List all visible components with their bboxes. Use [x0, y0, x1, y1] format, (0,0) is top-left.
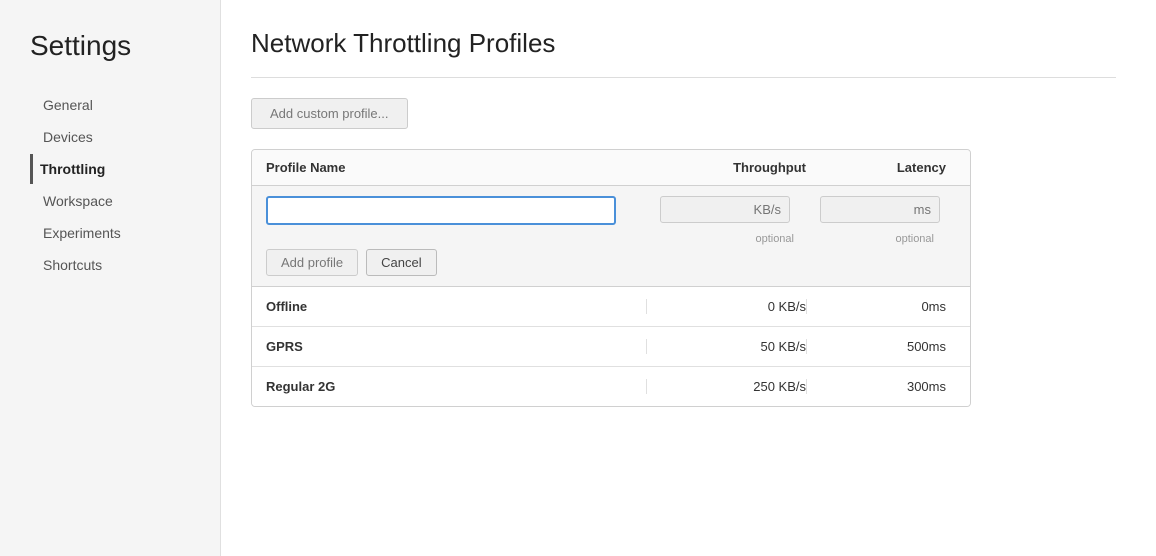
header-divider: [251, 77, 1116, 78]
app-container: Settings General Devices Throttling Work…: [0, 0, 1156, 556]
sidebar-item-label: General: [43, 97, 93, 113]
latency-optional-label: optional: [806, 233, 946, 245]
row-throughput: 50 KB/s: [646, 339, 806, 354]
sidebar-item-general[interactable]: General: [30, 90, 220, 120]
sidebar: Settings General Devices Throttling Work…: [0, 0, 220, 556]
sidebar-item-experiments[interactable]: Experiments: [30, 218, 220, 248]
optional-labels: optional optional: [266, 233, 956, 245]
sidebar-item-shortcuts[interactable]: Shortcuts: [30, 250, 220, 280]
latency-input[interactable]: [820, 196, 940, 223]
main-content: Network Throttling Profiles Add custom p…: [220, 0, 1156, 556]
sidebar-item-throttling[interactable]: Throttling: [30, 154, 220, 184]
new-profile-form-row: optional optional Add profile Cancel: [252, 186, 970, 287]
row-name: GPRS: [266, 339, 646, 354]
sidebar-item-label: Experiments: [43, 225, 121, 241]
row-latency: 500ms: [806, 339, 946, 354]
row-throughput: 0 KB/s: [646, 299, 806, 314]
header-profile-name: Profile Name: [266, 160, 646, 175]
throughput-input[interactable]: [660, 196, 790, 223]
row-name: Regular 2G: [266, 379, 646, 394]
latency-cell: [806, 196, 946, 225]
sidebar-item-label: Throttling: [40, 161, 105, 177]
header-throughput: Throughput: [646, 160, 806, 175]
profile-name-cell: [266, 196, 646, 225]
header-latency: Latency: [806, 160, 946, 175]
table-row: Offline 0 KB/s 0ms: [252, 287, 970, 327]
throughput-optional-label: optional: [646, 233, 806, 245]
sidebar-item-label: Devices: [43, 129, 93, 145]
new-profile-actions: Add profile Cancel: [266, 249, 956, 276]
add-profile-button[interactable]: Add profile: [266, 249, 358, 276]
cancel-button[interactable]: Cancel: [366, 249, 436, 276]
throughput-cell: [646, 196, 806, 225]
sidebar-item-label: Shortcuts: [43, 257, 102, 273]
row-latency: 300ms: [806, 379, 946, 394]
profile-name-input[interactable]: [266, 196, 616, 225]
table-header: Profile Name Throughput Latency: [252, 150, 970, 186]
sidebar-item-devices[interactable]: Devices: [30, 122, 220, 152]
sidebar-item-label: Workspace: [43, 193, 113, 209]
table-row: Regular 2G 250 KB/s 300ms: [252, 367, 970, 406]
add-custom-profile-button[interactable]: Add custom profile...: [251, 98, 408, 129]
sidebar-item-workspace[interactable]: Workspace: [30, 186, 220, 216]
row-latency: 0ms: [806, 299, 946, 314]
table-row: GPRS 50 KB/s 500ms: [252, 327, 970, 367]
row-name: Offline: [266, 299, 646, 314]
page-title: Network Throttling Profiles: [251, 28, 1116, 59]
sidebar-title: Settings: [30, 30, 220, 62]
profiles-table: Profile Name Throughput Latency: [251, 149, 971, 407]
row-throughput: 250 KB/s: [646, 379, 806, 394]
new-profile-inputs: [266, 196, 956, 225]
